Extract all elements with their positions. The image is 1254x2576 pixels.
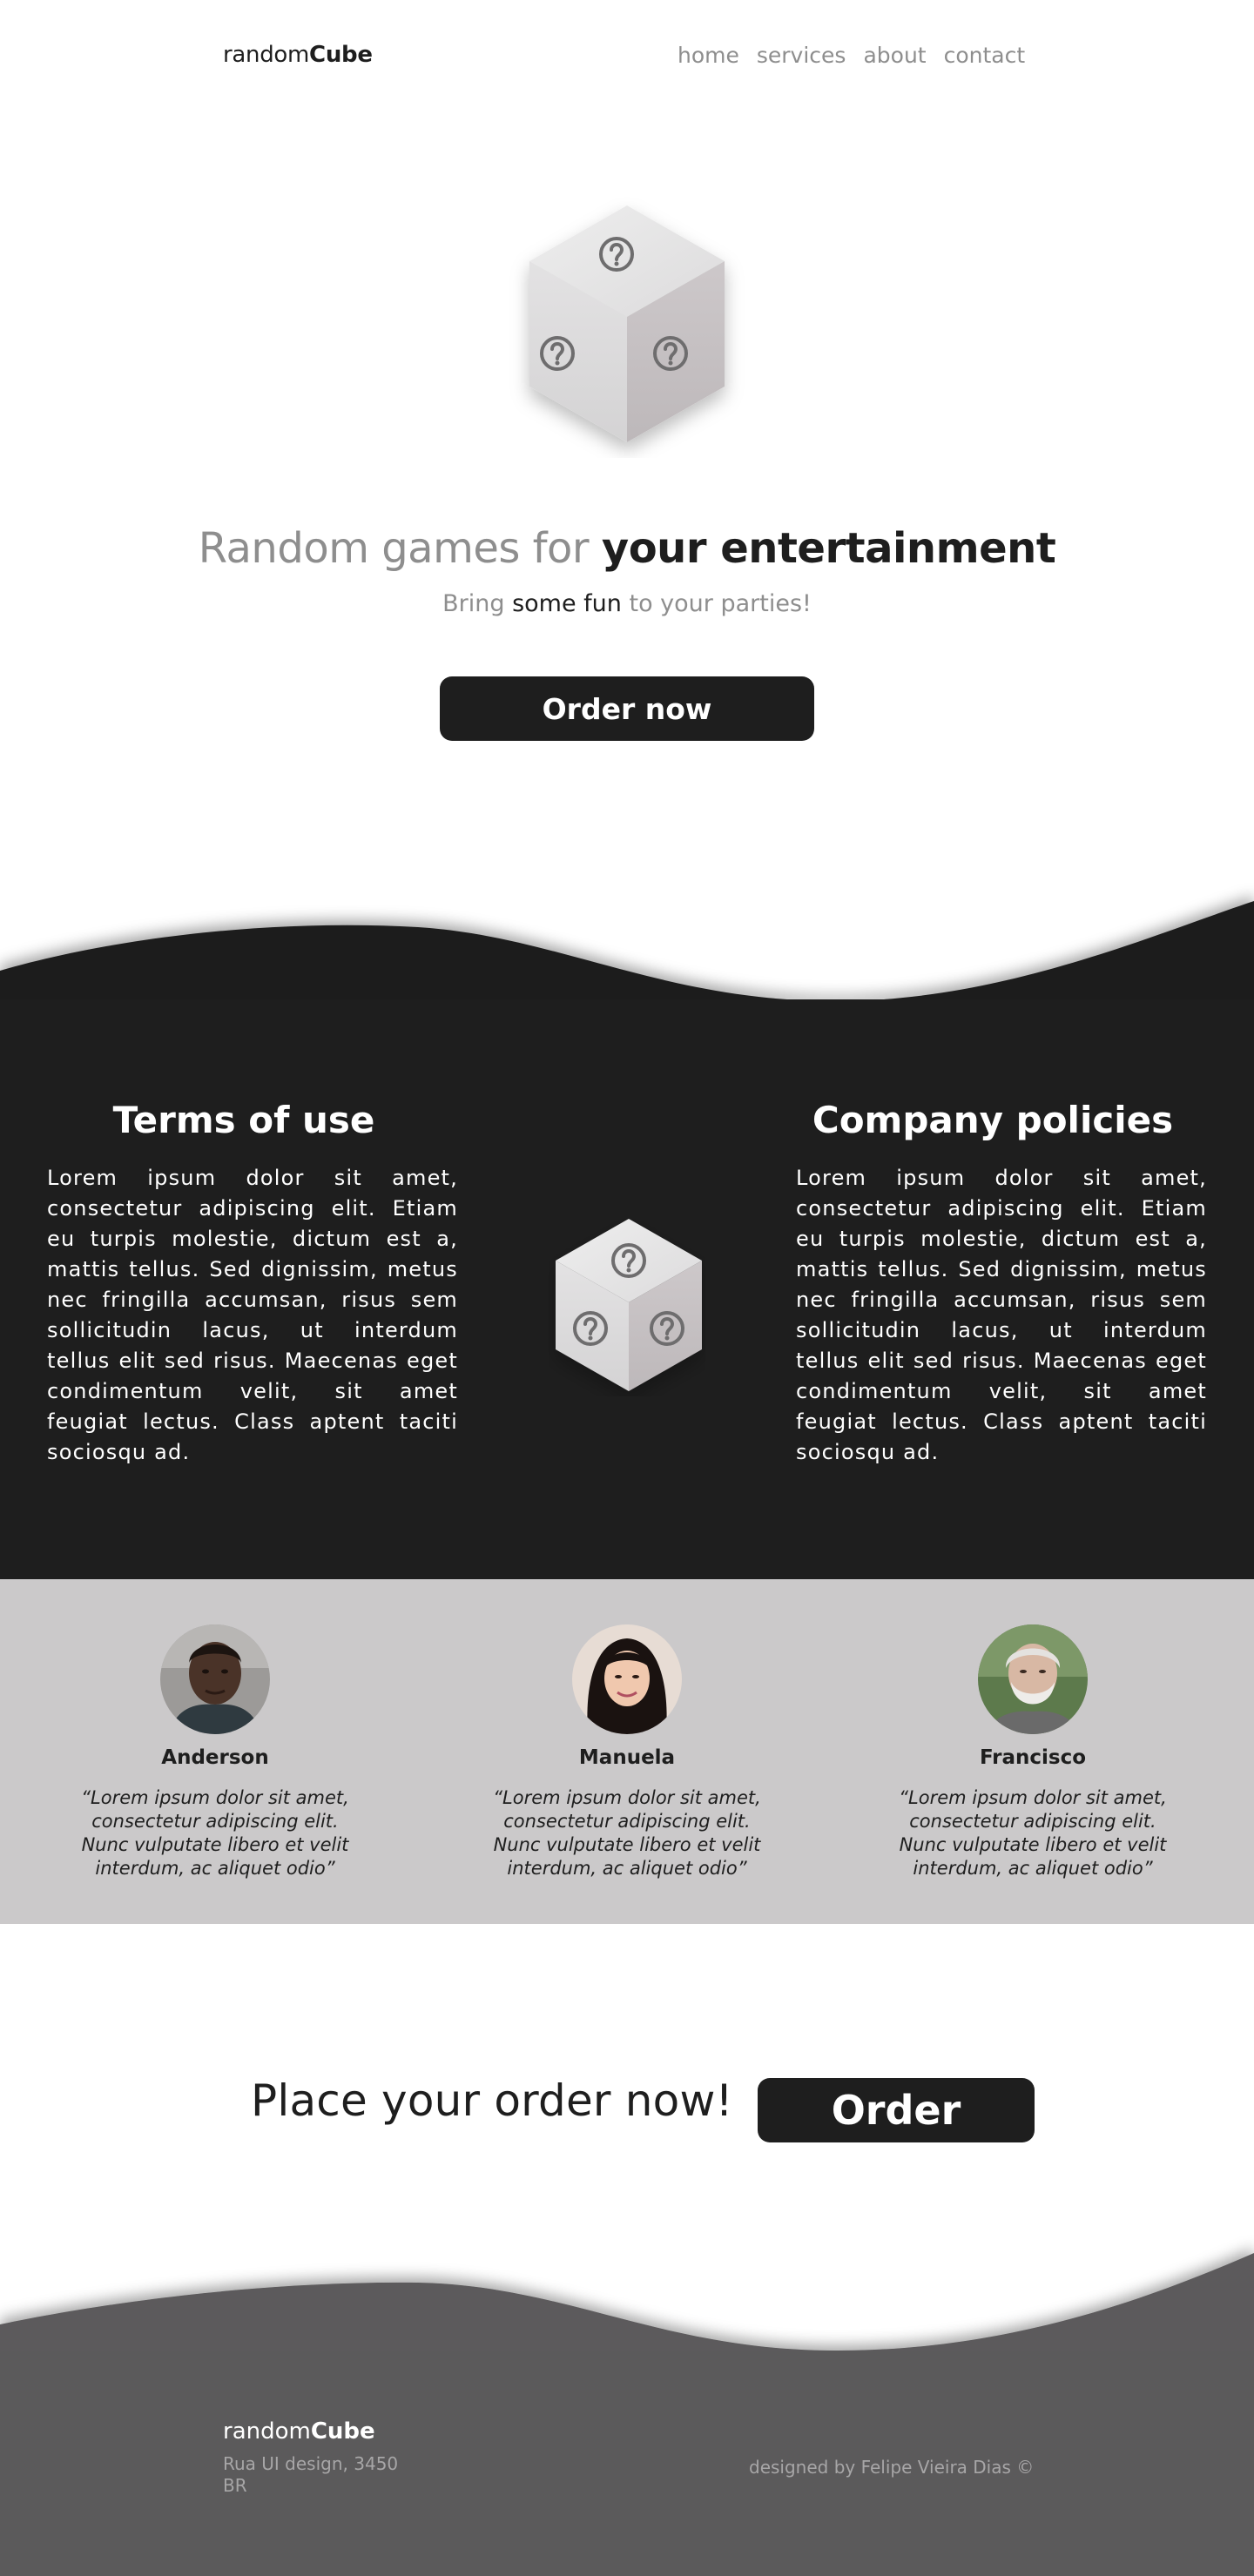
- info-cube-illustration: [556, 1219, 702, 1391]
- nav-link-services[interactable]: services: [757, 43, 846, 68]
- nav-link-about[interactable]: about: [863, 43, 926, 68]
- testimonial-name: Manuela: [578, 1746, 676, 1769]
- hero-subtitle-post: to your parties!: [621, 590, 812, 617]
- hero-subtitle: Bring some fun to your parties!: [0, 590, 1254, 617]
- hero-title-bold: your entertainment: [601, 524, 1056, 573]
- cta-text: Place your order now!: [251, 2075, 733, 2126]
- hero-cube-illustration: [529, 205, 725, 442]
- terms-text: Lorem ipsum dolor sit amet, consectetur …: [47, 1166, 458, 1464]
- site-header: randomCube home services about contact: [0, 0, 1254, 113]
- testimonial-name: Francisco: [979, 1746, 1087, 1769]
- policies-text: Lorem ipsum dolor sit amet, consectetur …: [796, 1166, 1207, 1464]
- site-footer: [0, 2351, 1254, 2576]
- order-button[interactable]: Order: [758, 2078, 1035, 2142]
- brand-bold-text: Cube: [309, 42, 373, 68]
- address-line-1: Rua UI design, 3450: [223, 2453, 399, 2474]
- brand-light-text: random: [223, 42, 310, 68]
- testimonial-name: Anderson: [161, 1746, 269, 1769]
- testimonial-quote: “Lorem ipsum dolor sit amet, consectetur…: [81, 1787, 349, 1879]
- testimonial-quote: “Lorem ipsum dolor sit amet, consectetur…: [899, 1787, 1167, 1879]
- testimonial-card: Francisco “Lorem ipsum dolor sit amet, c…: [885, 1624, 1181, 1880]
- hero-subtitle-pre: Bring: [442, 590, 513, 617]
- terms-title: Terms of use: [112, 1099, 375, 1141]
- footer-wave-divider: [0, 2253, 1254, 2368]
- dark-wave-divider: [0, 901, 1254, 1010]
- footer-brand-logo[interactable]: randomCube: [223, 2418, 375, 2445]
- footer-brand-light: random: [223, 2418, 311, 2445]
- avatar: [572, 1624, 682, 1734]
- nav-link-contact[interactable]: contact: [944, 43, 1026, 68]
- testimonial-card: Anderson “Lorem ipsum dolor sit amet, co…: [67, 1624, 363, 1880]
- hero-title-light: Random games for: [198, 524, 602, 573]
- avatar: [160, 1624, 270, 1734]
- policies-title: Company policies: [812, 1099, 1174, 1141]
- hero-subtitle-emphasis: some fun: [512, 590, 622, 617]
- order-now-button[interactable]: Order now: [440, 676, 814, 741]
- address-line-2: BR: [223, 2475, 247, 2496]
- brand-logo[interactable]: randomCube: [223, 42, 373, 68]
- footer-address: Rua UI design, 3450 BR: [223, 2453, 398, 2497]
- footer-brand-bold: Cube: [310, 2418, 375, 2445]
- avatar: [978, 1624, 1088, 1734]
- hero-title: Random games for your entertainment: [0, 524, 1254, 573]
- main-nav: home services about contact: [678, 43, 1025, 68]
- testimonial-card: Manuela “Lorem ipsum dolor sit amet, con…: [479, 1624, 775, 1880]
- testimonial-quote: “Lorem ipsum dolor sit amet, consectetur…: [493, 1787, 761, 1879]
- nav-link-home[interactable]: home: [678, 43, 739, 68]
- footer-credit: designed by Felipe Vieira Dias ©: [749, 2457, 1035, 2478]
